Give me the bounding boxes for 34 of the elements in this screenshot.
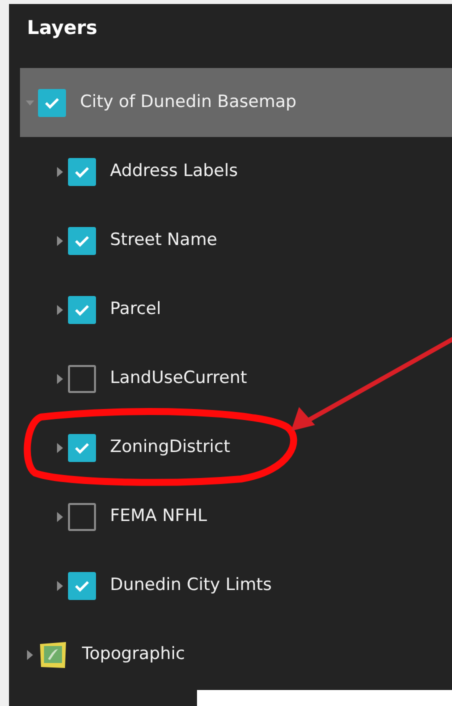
- expand-caret-icon[interactable]: [25, 648, 35, 660]
- checkmark-icon: [74, 442, 90, 454]
- checkmark-icon: [44, 96, 60, 108]
- layer-name[interactable]: ZoningDistrict: [110, 434, 230, 460]
- expand-caret-icon[interactable]: [55, 442, 65, 454]
- checkmark-icon: [74, 304, 90, 316]
- layer-name[interactable]: LandUseCurrent: [110, 366, 248, 392]
- checkbox[interactable]: [68, 226, 96, 254]
- checkmark-icon: [74, 234, 90, 246]
- checkmark-icon: [74, 166, 90, 178]
- layer-name[interactable]: Topographic: [82, 642, 185, 668]
- checkbox[interactable]: [68, 502, 96, 530]
- expand-caret-icon[interactable]: [55, 166, 65, 178]
- layer-name[interactable]: City of Dunedin Basemap: [80, 90, 296, 116]
- checkbox[interactable]: [68, 158, 96, 186]
- layer-name[interactable]: Dunedin City Limts: [110, 572, 272, 598]
- checkbox[interactable]: [68, 572, 96, 600]
- expand-caret-icon[interactable]: [55, 510, 65, 522]
- layer-name[interactable]: FEMA NFHL: [110, 504, 207, 530]
- expand-caret-icon[interactable]: [55, 234, 65, 246]
- selected-row[interactable]: City of Dunedin Basemap: [20, 68, 452, 137]
- layer-name[interactable]: Parcel: [110, 296, 162, 322]
- checkbox[interactable]: [68, 364, 96, 392]
- checkbox[interactable]: [68, 434, 96, 462]
- checkmark-icon: [74, 580, 90, 592]
- expand-caret-icon[interactable]: [55, 580, 65, 592]
- basemap-thumbnail-icon: [38, 640, 68, 668]
- expand-caret-icon[interactable]: [55, 304, 65, 316]
- checkbox[interactable]: [68, 296, 96, 324]
- expand-caret-icon[interactable]: [55, 372, 65, 384]
- layer-name[interactable]: Street Name: [110, 228, 218, 254]
- layer-name[interactable]: Address Labels: [110, 158, 238, 184]
- checkbox[interactable]: [38, 88, 66, 116]
- panel-title: Layers: [26, 16, 98, 41]
